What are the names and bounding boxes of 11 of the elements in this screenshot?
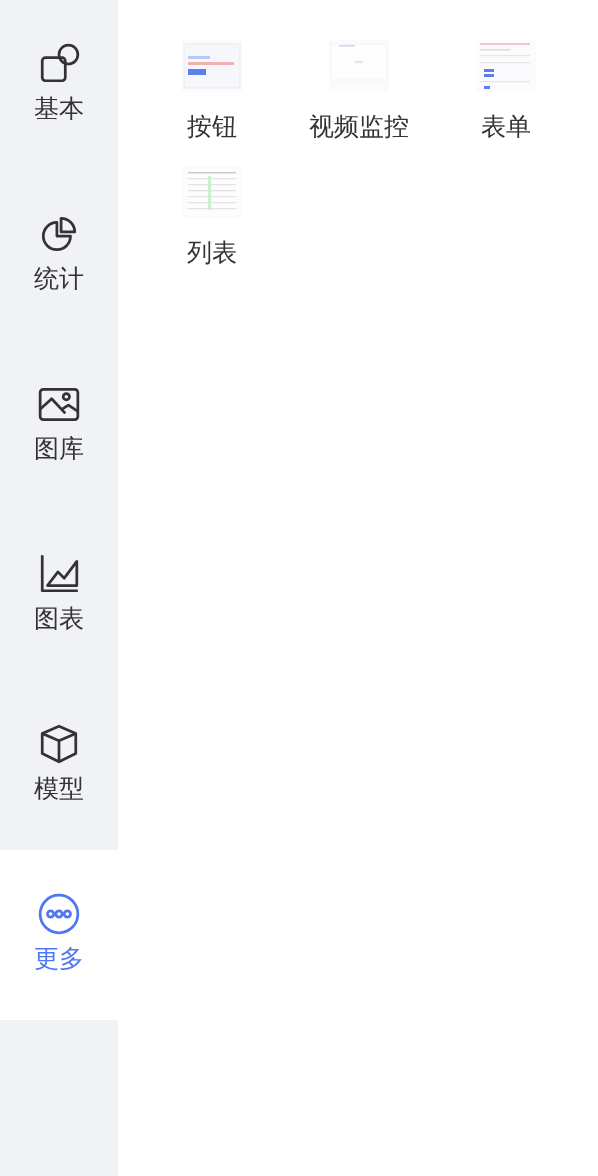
template-label[interactable]: 列表 [186, 238, 237, 268]
template-label[interactable]: 表单 [480, 112, 531, 142]
sidebar-item[interactable]: 模型 [0, 680, 118, 850]
sidebar-item[interactable]: 更多 [0, 850, 118, 1020]
template-label[interactable]: 视频监控 [308, 112, 409, 142]
sidebar-item[interactable]: 统计 [0, 170, 118, 340]
sidebar-item[interactable]: 图表 [0, 510, 118, 680]
template-label[interactable]: 按钮 [186, 112, 237, 142]
sidebar-item[interactable]: 基本 [0, 0, 118, 170]
sidebar-item[interactable]: 图库 [0, 340, 118, 510]
more-icon [37, 892, 81, 936]
